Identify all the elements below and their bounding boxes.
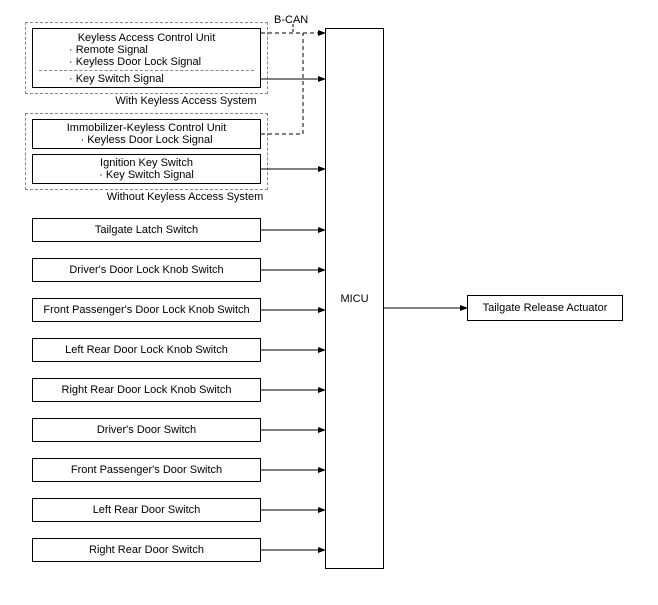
output-box: Tailgate Release Actuator xyxy=(467,295,623,321)
switch-driver-lock-knob: Driver's Door Lock Knob Switch xyxy=(32,258,261,282)
switch-left-rear-door: Left Rear Door Switch xyxy=(32,498,261,522)
switch-label: Driver's Door Lock Knob Switch xyxy=(69,264,223,276)
with-keyless-group xyxy=(25,22,268,94)
switch-label: Right Rear Door Switch xyxy=(89,544,204,556)
switch-left-rear-lock-knob: Left Rear Door Lock Knob Switch xyxy=(32,338,261,362)
micu-label: MICU xyxy=(340,293,368,305)
switch-label: Left Rear Door Switch xyxy=(93,504,201,516)
bcan-label: B-CAN xyxy=(274,14,308,26)
switch-front-passenger-door: Front Passenger's Door Switch xyxy=(32,458,261,482)
output-label: Tailgate Release Actuator xyxy=(483,302,608,314)
switch-driver-door: Driver's Door Switch xyxy=(32,418,261,442)
switch-label: Left Rear Door Lock Knob Switch xyxy=(65,344,228,356)
micu-box: MICU xyxy=(325,28,384,569)
switch-right-rear-door: Right Rear Door Switch xyxy=(32,538,261,562)
switch-label: Front Passenger's Door Lock Knob Switch xyxy=(43,304,249,316)
without-keyless-label: Without Keyless Access System xyxy=(95,191,275,203)
switch-label: Right Rear Door Lock Knob Switch xyxy=(62,384,232,396)
switch-front-passenger-lock-knob: Front Passenger's Door Lock Knob Switch xyxy=(32,298,261,322)
switch-tailgate-latch: Tailgate Latch Switch xyxy=(32,218,261,242)
switch-right-rear-lock-knob: Right Rear Door Lock Knob Switch xyxy=(32,378,261,402)
with-keyless-label: With Keyless Access System xyxy=(106,95,266,107)
without-keyless-group xyxy=(25,113,268,190)
switch-label: Front Passenger's Door Switch xyxy=(71,464,222,476)
switch-label: Tailgate Latch Switch xyxy=(95,224,198,236)
switch-label: Driver's Door Switch xyxy=(97,424,196,436)
